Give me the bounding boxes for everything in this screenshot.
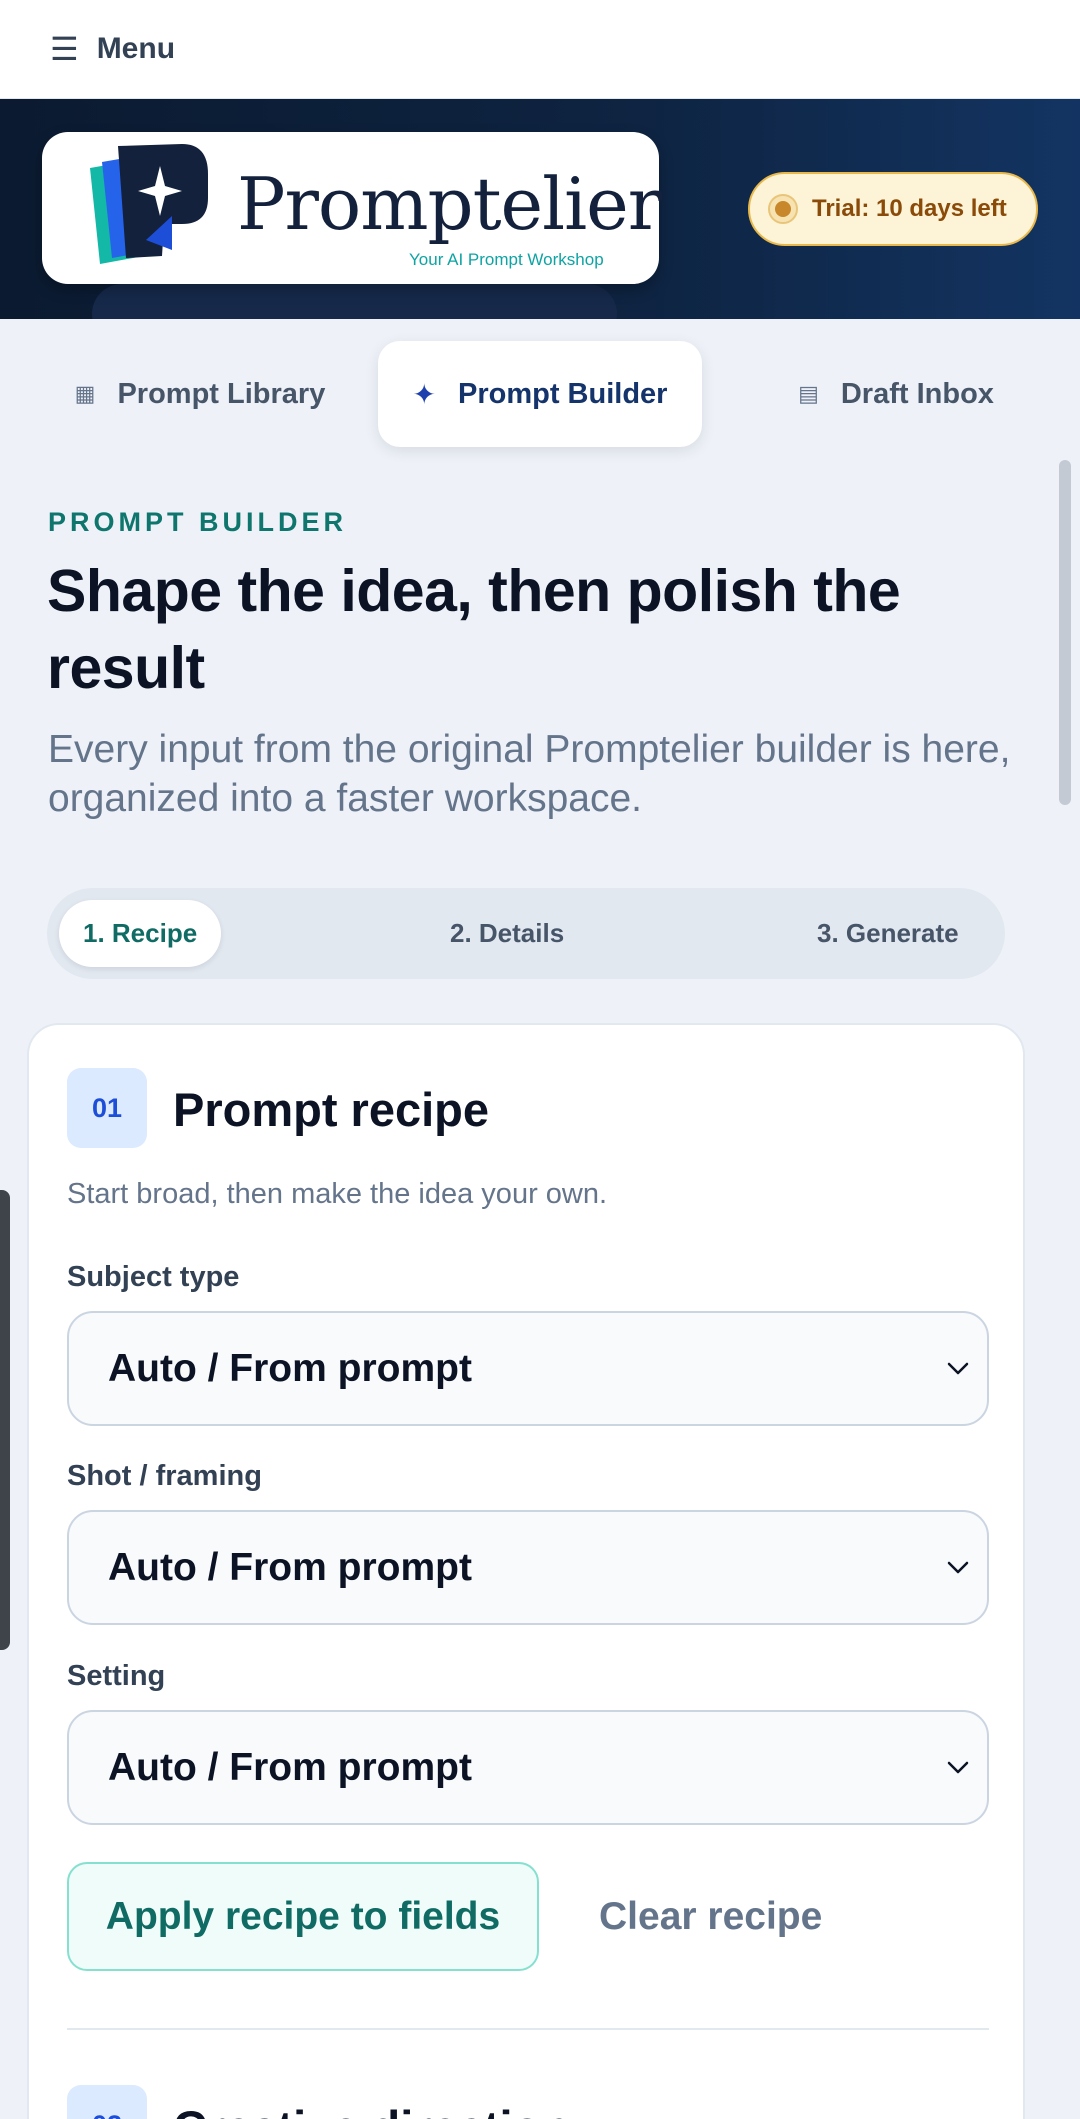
select-value: Auto / From prompt [108,1545,472,1589]
menu-bar: ☰ Menu [0,0,1080,99]
brand-logo-card[interactable]: Promptelier Your AI Prompt Workshop [42,132,662,284]
tab-label: Prompt Builder [458,377,668,410]
step-generate[interactable]: 3. Generate [817,900,959,967]
section-divider [67,2028,989,2030]
main-tabs: ▦ Prompt Library ✦ Prompt Builder ▤ Draf… [0,319,1080,459]
section-title: Creative direction [173,2100,570,2119]
step-details[interactable]: 2. Details [450,900,564,967]
section-title: Prompt recipe [173,1083,490,1136]
hero-decoration [92,284,617,319]
tab-prompt-builder[interactable]: ✦ Prompt Builder [378,341,702,447]
subject-type-label: Subject type [67,1261,240,1293]
tab-draft-inbox[interactable]: ▤ Draft Inbox [786,341,1006,447]
chevron-down-icon [947,1362,969,1375]
trial-label: Trial: 10 days left [812,195,1007,222]
tab-prompt-library[interactable]: ▦ Prompt Library [60,341,340,447]
tab-label: Prompt Library [117,377,326,410]
promptelier-logo-icon [90,144,208,264]
select-value: Auto / From prompt [108,1745,472,1789]
trial-badge[interactable]: Trial: 10 days left [748,172,1038,246]
brand-name: Promptelier [237,162,662,246]
select-value: Auto / From prompt [108,1346,472,1390]
grid-icon: ▦ [74,381,96,406]
menu-button[interactable]: Menu [97,32,175,66]
section-number: 01 [67,1068,147,1148]
hamburger-icon[interactable]: ☰ [50,33,79,65]
setting-select[interactable]: Auto / From prompt [67,1710,989,1825]
chevron-down-icon [947,1761,969,1774]
side-drawer-handle[interactable] [0,1190,10,1650]
clear-recipe-button[interactable]: Clear recipe [599,1862,822,1971]
section-eyebrow: PROMPT BUILDER [48,507,347,537]
section-subtitle: Start broad, then make the idea your own… [67,1178,608,1210]
inbox-icon: ▤ [798,381,819,406]
brand-tagline: Your AI Prompt Workshop [409,250,604,269]
page-scrollbar[interactable] [1059,460,1071,805]
step-recipe[interactable]: 1. Recipe [59,900,222,967]
subject-type-select[interactable]: Auto / From prompt [67,1311,989,1426]
apply-recipe-button[interactable]: Apply recipe to fields [67,1862,539,1971]
chevron-down-icon [947,1561,969,1574]
hero-header: Promptelier Your AI Prompt Workshop Tria… [0,99,1080,319]
tab-label: Draft Inbox [840,377,994,410]
step-progress: 1. Recipe 2. Details 3. Generate [47,888,1005,979]
trial-status-icon [768,194,798,224]
setting-label: Setting [67,1660,166,1692]
page-subtitle: Every input from the original Promptelie… [48,728,1011,820]
shot-framing-label: Shot / framing [67,1460,262,1492]
page-title: Shape the idea, then polish the result [47,558,901,701]
recipe-card: 01 Prompt recipe Start broad, then make … [27,1023,1025,2119]
section-number: 02 [67,2085,147,2119]
sparkle-icon: ✦ [412,378,436,410]
shot-framing-select[interactable]: Auto / From prompt [67,1510,989,1625]
